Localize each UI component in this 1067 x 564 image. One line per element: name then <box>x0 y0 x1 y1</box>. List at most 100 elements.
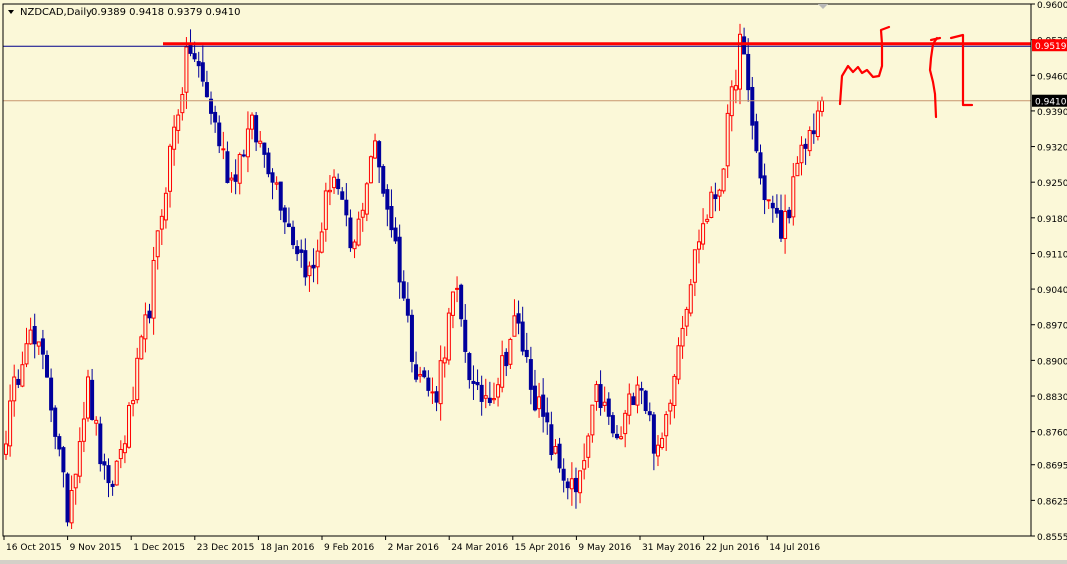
candle-body <box>467 353 472 381</box>
candle-body <box>122 443 127 454</box>
y-tick-label: 0.9600 <box>1037 1 1067 11</box>
y-tick-label: 0.9320 <box>1037 144 1067 154</box>
chart-header: NZDCAD,Daily 0.9389 0.9418 0.9379 0.9410 <box>8 7 241 18</box>
y-tick-label: 0.8760 <box>1037 429 1067 439</box>
candle-body <box>364 183 369 215</box>
candle-body <box>692 249 697 283</box>
candle-body <box>516 313 521 324</box>
candle-body <box>20 364 25 387</box>
candle-body <box>688 284 693 314</box>
y-tick-label: 0.8830 <box>1037 393 1067 403</box>
candle-body <box>762 175 767 201</box>
candle-body <box>254 115 259 143</box>
candle-body <box>545 412 550 423</box>
candle-body <box>787 209 792 219</box>
candle-body <box>356 218 361 246</box>
candle-body <box>680 327 685 347</box>
candle-body <box>368 156 373 184</box>
candle-body <box>237 154 242 184</box>
candle-body <box>57 436 62 450</box>
candle-body <box>766 199 771 202</box>
candle-body <box>783 210 788 240</box>
x-tick-label: 9 May 2016 <box>578 543 631 553</box>
candle-body <box>184 46 189 93</box>
candle-body <box>606 398 611 417</box>
candle-body <box>553 446 558 454</box>
candle-body <box>631 396 636 406</box>
candle-body <box>725 112 730 167</box>
candle-body <box>40 338 45 355</box>
candle-body <box>360 209 365 218</box>
candle-body <box>373 140 378 159</box>
candle-body <box>81 418 86 442</box>
price-chart[interactable]: 0.96000.95300.94600.93900.93200.92500.91… <box>0 0 1067 560</box>
candle-body <box>541 394 546 417</box>
candle-body <box>303 250 308 278</box>
symbol-label: NZDCAD,Daily <box>20 7 92 18</box>
candle-body <box>721 168 726 192</box>
candle-body <box>266 152 271 175</box>
candle-body <box>106 465 111 484</box>
candle-body <box>742 36 747 55</box>
candle-body <box>795 162 800 177</box>
candle-body <box>340 191 345 200</box>
candle-body <box>619 436 624 440</box>
candle-body <box>815 110 820 137</box>
candle-body <box>496 384 501 398</box>
candle-body <box>385 189 390 210</box>
candle-body <box>733 85 738 91</box>
candle-body <box>332 176 337 189</box>
candle-body <box>594 384 599 402</box>
candle-body <box>483 395 488 399</box>
candle-body <box>53 407 58 437</box>
candle-body <box>623 412 628 435</box>
candle-body <box>209 98 214 114</box>
candle-body <box>471 380 476 384</box>
x-tick-label: 18 Jan 2016 <box>260 543 314 553</box>
candle-body <box>598 384 603 408</box>
candle-body <box>512 315 517 337</box>
price-tag-label: 0.9519 <box>1035 42 1067 52</box>
candle-body <box>73 473 78 489</box>
candle-body <box>24 343 29 365</box>
candle-body <box>405 298 410 316</box>
candle-body <box>110 483 115 487</box>
candle-body <box>131 400 136 405</box>
candle-body <box>401 281 406 299</box>
candle-body <box>278 181 283 211</box>
candle-body <box>299 249 304 253</box>
candle-body <box>668 402 673 412</box>
candle-body <box>307 265 312 277</box>
candle-body <box>12 376 17 402</box>
candle-body <box>323 190 328 230</box>
candle-body <box>537 396 542 410</box>
candle-body <box>635 384 640 406</box>
candle-body <box>221 148 226 151</box>
candle-body <box>229 177 234 181</box>
candle-body <box>713 194 718 200</box>
candle-body <box>803 143 808 149</box>
candle-body <box>344 199 349 216</box>
candle-body <box>311 264 316 269</box>
candle-body <box>258 140 263 144</box>
candle-body <box>36 341 41 347</box>
candle-body <box>45 354 50 378</box>
x-tick-label: 9 Nov 2015 <box>70 543 122 553</box>
candle-body <box>16 378 21 385</box>
candle-body <box>475 381 480 386</box>
candle-body <box>684 308 689 327</box>
candle-body <box>565 481 570 489</box>
y-tick-label: 0.9180 <box>1037 215 1067 225</box>
chart-svg[interactable]: 0.96000.95300.94600.93900.93200.92500.91… <box>0 0 1067 560</box>
candle-body <box>397 236 402 283</box>
candle-body <box>701 223 706 245</box>
candle-body <box>200 62 205 82</box>
candle-body <box>352 241 357 250</box>
candle-body <box>602 401 607 406</box>
candle-body <box>327 189 332 193</box>
candle-body <box>139 336 144 360</box>
candle-body <box>336 178 341 190</box>
candle-body <box>159 215 164 230</box>
candle-body <box>180 94 185 114</box>
candle-body <box>573 477 578 493</box>
